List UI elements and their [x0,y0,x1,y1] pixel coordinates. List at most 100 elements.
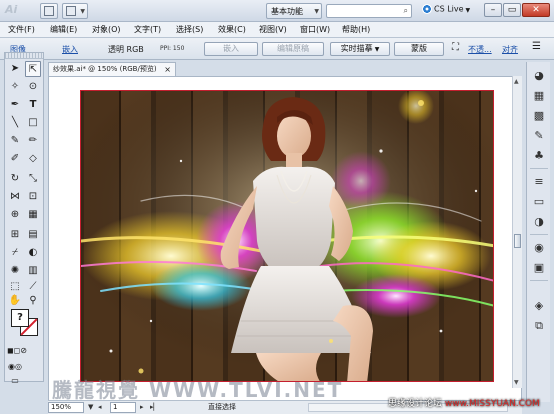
panel-dock: ◕ ▦ ▩ ✎ ♣ ≡ ▭ ◑ ◉ ▣ ◈ ⧉ [526,62,550,402]
panel-menu-icon[interactable]: ☰ [532,41,541,52]
artwork-illustration [81,91,493,381]
zoom-dropdown-icon[interactable]: ▼ [88,403,93,411]
minimize-button[interactable]: – [484,3,502,17]
last-page-icon[interactable]: ▸▏ [150,403,159,411]
menu-view[interactable]: 视图(V) [259,24,287,36]
swatches-panel-icon[interactable]: ▩ [531,108,547,124]
scale-tool-icon[interactable]: ⤡ [25,171,41,187]
menu-select[interactable]: 选择(S) [176,24,203,36]
free-transform-tool-icon[interactable]: ⊡ [25,189,41,205]
document-tab[interactable]: 纱效果.ai* @ 150% (RGB/预览) × [48,62,176,76]
menu-edit[interactable]: 编辑(E) [50,24,77,36]
menu-window[interactable]: 窗口(W) [300,24,330,36]
cs-live-button[interactable]: CS Live ▼ [422,4,470,14]
gradient-panel-icon[interactable]: ▭ [531,194,547,210]
chevron-down-icon: ▼ [314,8,319,15]
eraser-tool-icon[interactable]: ◇ [25,151,41,167]
menu-object[interactable]: 对象(O) [92,24,121,36]
dock-divider [530,280,548,281]
column-graph-tool-icon[interactable]: ▥ [25,263,41,279]
blend-tool-icon[interactable]: ◐ [25,245,41,261]
zoom-level-field[interactable]: 150% [48,402,84,413]
cs-live-icon [422,4,432,14]
lasso-tool-icon[interactable]: ⊙ [25,79,41,95]
next-page-icon[interactable]: ▸ [140,403,144,411]
rectangle-tool-icon[interactable]: □ [25,115,41,131]
artboards-panel-icon[interactable]: ⧉ [531,318,547,334]
menu-help[interactable]: 帮助(H) [342,24,370,36]
type-tool-icon[interactable]: T [25,97,41,113]
symbol-sprayer-tool-icon[interactable]: ✺ [7,263,23,279]
transform-icon[interactable]: ⛶ [452,42,459,53]
transparency-panel-icon[interactable]: ◑ [531,214,547,230]
eyedropper-tool-icon[interactable]: ⌿ [7,245,23,261]
shape-builder-tool-icon[interactable]: ⊕ [7,207,23,223]
line-tool-icon[interactable]: ╲ [7,115,23,131]
symbols-panel-icon[interactable]: ♣ [531,148,547,164]
gradient-tool-icon[interactable]: ▤ [25,227,41,243]
help-search-input[interactable]: ⌕ [326,4,412,18]
title-bar: Ai ▼ 基本功能 ▼ ⌕ CS Live ▼ – ▭ ✕ [0,0,554,22]
cs-live-label: CS Live [434,4,464,14]
artwork-image[interactable] [80,90,494,382]
direct-selection-tool-icon[interactable]: ⇱ [25,61,41,77]
embed-button[interactable]: 嵌入 [204,42,258,56]
chevron-down-icon: ▼ [465,6,471,14]
paintbrush-tool-icon[interactable]: ✎ [7,133,23,149]
menu-type[interactable]: 文字(T) [134,24,161,36]
appearance-panel-icon[interactable]: ◉ [531,240,547,256]
scroll-down-icon[interactable]: ▼ [514,379,519,386]
align-link[interactable]: 对齐 [502,44,518,55]
maximize-button[interactable]: ▭ [503,3,521,17]
illustrator-window: Ai ▼ 基本功能 ▼ ⌕ CS Live ▼ – ▭ ✕ 文件(F) 编辑(E) … [0,0,554,414]
ppi-readout: PPI: 150 [160,45,185,52]
color-guide-panel-icon[interactable]: ▦ [531,88,547,104]
bridge-button[interactable] [40,3,58,19]
bridge-icon [44,6,54,16]
width-tool-icon[interactable]: ⋈ [7,189,23,205]
rotate-tool-icon[interactable]: ↻ [7,171,23,187]
color-mode-icons[interactable]: ◼◻⊘ [7,343,27,359]
close-icon: ✕ [532,5,540,15]
mask-button[interactable]: 蒙版 [394,42,444,56]
arrange-documents-icon [66,6,76,16]
screen-mode-icon[interactable]: ▭ [7,373,23,389]
page-number: 1 [113,403,118,411]
scroll-up-icon[interactable]: ▲ [514,78,519,85]
live-trace-button[interactable]: 实时描摹 ▼ [330,42,390,56]
menu-file[interactable]: 文件(F) [8,24,35,36]
close-tab-icon[interactable]: × [164,63,171,76]
scrollbar-thumb[interactable] [514,234,521,248]
mesh-tool-icon[interactable]: ⊞ [7,227,23,243]
embed-button-label: 嵌入 [223,44,239,53]
pen-tool-icon[interactable]: ✒ [7,97,23,113]
color-panel-icon[interactable]: ◕ [531,68,547,84]
selection-tool-icon[interactable]: ➤ [7,61,23,77]
magic-wand-tool-icon[interactable]: ✧ [7,79,23,95]
opacity-link[interactable]: 不透... [468,44,492,55]
chevron-down-icon: ▼ [80,8,85,15]
edit-original-button[interactable]: 编辑原稿 [262,42,324,56]
layers-panel-icon[interactable]: ◈ [531,298,547,314]
live-trace-label: 实时描摹 [340,44,373,53]
hand-tool-icon[interactable]: ✋ [7,293,23,309]
fill-swatch[interactable]: ? [11,309,29,327]
perspective-tool-icon[interactable]: ▦ [25,207,41,223]
arrange-documents-button[interactable]: ▼ [62,3,88,19]
first-page-icon[interactable]: ◂ [98,403,102,411]
toolbox-grip[interactable] [5,53,43,59]
fill-stroke-swatches[interactable]: ? [11,309,39,337]
close-button[interactable]: ✕ [522,3,550,17]
blob-brush-tool-icon[interactable]: ✐ [7,151,23,167]
stroke-panel-icon[interactable]: ≡ [531,174,547,190]
zoom-tool-icon[interactable]: ⚲ [25,293,41,309]
page-number-field[interactable]: 1 [110,402,136,413]
menu-effect[interactable]: 效果(C) [218,24,246,36]
vertical-scrollbar[interactable]: ▲ ▼ [512,76,522,388]
graphic-styles-panel-icon[interactable]: ▣ [531,260,547,276]
brushes-panel-icon[interactable]: ✎ [531,128,547,144]
embed-link[interactable]: 嵌入 [62,44,78,55]
maximize-icon: ▭ [507,5,517,15]
pencil-tool-icon[interactable]: ✏ [25,133,41,149]
workspace-switcher[interactable]: 基本功能 ▼ [266,3,322,19]
